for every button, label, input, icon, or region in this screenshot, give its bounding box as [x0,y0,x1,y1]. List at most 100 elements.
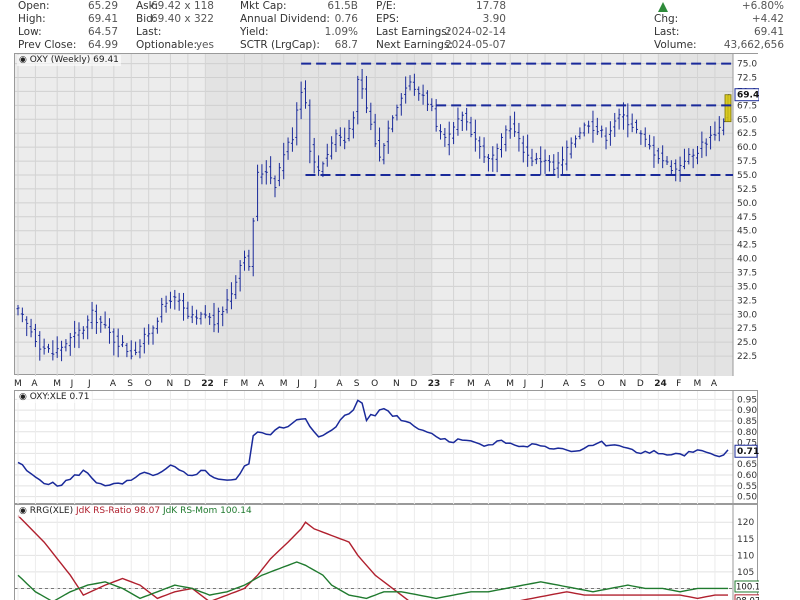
price-tick-label: 52.5 [737,185,757,195]
rrg-tick-label: 110 [737,551,754,561]
quote-value: 2024-05-07 [444,39,506,51]
price-chart-panel[interactable]: 22.5 25.0 27.5 30.0 32.5 35.0 37.5 40.0 42.5 45.0… [14,53,765,376]
price-bar [587,120,591,134]
rs-tick-label: 0.90 [737,406,757,416]
price-tick-label: 50.0 [737,199,757,209]
quote-value: 43,662,656 [723,39,784,51]
quote-label: Next Earnings: [376,39,453,51]
quote-label: SCTR (LrgCap): [240,39,320,51]
relative-strength-svg[interactable]: 0.500.550.600.650.700.750.800.850.900.95… [15,391,759,505]
rrg-ratio-last-label: 98.07 [736,596,759,600]
rrg-panel[interactable]: 95100105110115120100.1498.07 ◉ RRG(XLE) … [14,504,766,600]
quote-value: 64.99 [87,39,118,51]
price-bar [443,127,447,147]
date-axis-bg [14,376,758,389]
quote-label: Last Earnings: [376,26,451,38]
quote-row: Yield: 1.09% [240,26,358,39]
quote-label: High: [18,13,46,25]
date-tick-label: A [484,379,491,389]
date-tick-label: J [314,379,318,389]
rs-tick-label: 0.85 [737,417,757,427]
price-bar [569,137,573,159]
quote-value: 65.29 [87,0,118,12]
quote-row: Last: [136,26,214,39]
date-tick-label: O [371,379,378,389]
quote-value: 2024-02-14 [444,26,506,38]
price-bar [77,322,81,349]
price-bar [543,149,547,174]
price-bar [526,134,530,167]
date-tick-label: J [523,379,527,389]
date-axis: M A M J J A S O N D 22 F M A M J J A S O N D 23 F M A M J J A S O N D 24 F M… [14,376,758,389]
last-price-label: 69.41 [737,91,759,101]
rrg-tick-label: 120 [737,518,754,528]
date-tick-label: F [450,379,455,389]
date-tick-label: F [223,379,228,389]
quote-col-fundamentals: Mkt Cap: 61.5B Annual Dividend: 0.76 Yield: 1… [240,0,358,52]
price-chart-svg[interactable]: 22.5 25.0 27.5 30.0 32.5 35.0 37.5 40.0 42.5 45.0… [15,54,765,376]
price-bar [116,328,120,358]
date-tick-label: N [619,379,626,389]
price-bar [595,117,599,136]
quote-label: Yield: [240,26,269,38]
quote-row: Volume: 43,662,656 [654,39,784,52]
price-bar [99,315,103,333]
price-bar [626,103,630,138]
quote-label: Last: [136,26,162,38]
quote-label: P/E: [376,0,397,12]
price-bar [639,130,643,145]
quote-row: Prev Close: 64.99 [18,39,118,52]
price-tick-label: 47.5 [737,213,757,223]
price-bar [73,320,77,348]
date-tick-label: A [110,379,117,389]
date-tick-label: N [166,379,173,389]
price-bar [90,302,94,330]
quote-row: High: 69.41 [18,13,118,26]
quote-row: Annual Dividend: 0.76 [240,13,358,26]
price-tick-label: 62.5 [737,129,757,139]
rs-tick-label: 0.65 [737,460,757,470]
chart-settings-icon[interactable]: ◉ [19,392,27,402]
chart-settings-icon[interactable]: ◉ [19,506,27,516]
price-bar [469,116,473,138]
quote-value: 61.5B [327,0,358,12]
date-tick-label: M [53,379,61,389]
quote-value: 69.41 [753,26,784,38]
price-tick-label: 57.5 [737,157,757,167]
price-chart-label: ◉ OXY (Weekly) 69.41 [17,55,121,66]
rrg-tick-label: 105 [737,568,754,578]
quote-value: 69.41 [87,13,118,25]
quote-label: Annual Dividend: [240,13,330,25]
date-tick-label: 24 [654,379,667,389]
rrg-title: RRG(XLE) [29,506,74,516]
chart-settings-icon[interactable]: ◉ [19,55,27,65]
date-tick-label: J [540,379,544,389]
quote-row: Chg: +4.42 [654,13,784,26]
date-tick-label: M [14,379,22,389]
rrg-svg[interactable]: 95100105110115120100.1498.07 [15,505,766,600]
price-bar [621,102,625,130]
price-bar [16,305,20,316]
price-tick-label: 25.0 [737,338,757,348]
quote-row: EPS: 3.90 [376,13,506,26]
price-bar [534,152,538,165]
price-tick-label: 32.5 [737,296,757,306]
price-bar [565,140,569,171]
date-tick-label: J [70,379,74,389]
date-tick-label: M [694,379,702,389]
price-tick-label: 22.5 [737,352,757,362]
quote-header: Open: 65.29 High: 69.41 Low: 64.57 Prev Close:… [0,0,800,52]
quote-col-change: +6.80% Chg: +4.42 Last: 69.41 Volume: 43,662,… [654,0,784,52]
relative-strength-panel[interactable]: 0.500.550.600.650.700.750.800.850.900.95… [14,390,759,505]
date-tick-label: F [676,379,681,389]
price-tick-label: 75.0 [737,60,757,70]
date-tick-label: S [127,379,133,389]
price-tick-label: 40.0 [737,255,757,265]
rs-tick-label: 0.95 [737,395,757,405]
price-bar [160,297,164,323]
date-tick-label: D [184,379,191,389]
relative-strength-title: OXY:XLE 0.71 [29,392,90,402]
date-tick-label: A [31,379,38,389]
date-tick-label: J [296,379,300,389]
quote-label: Chg: [654,13,679,25]
